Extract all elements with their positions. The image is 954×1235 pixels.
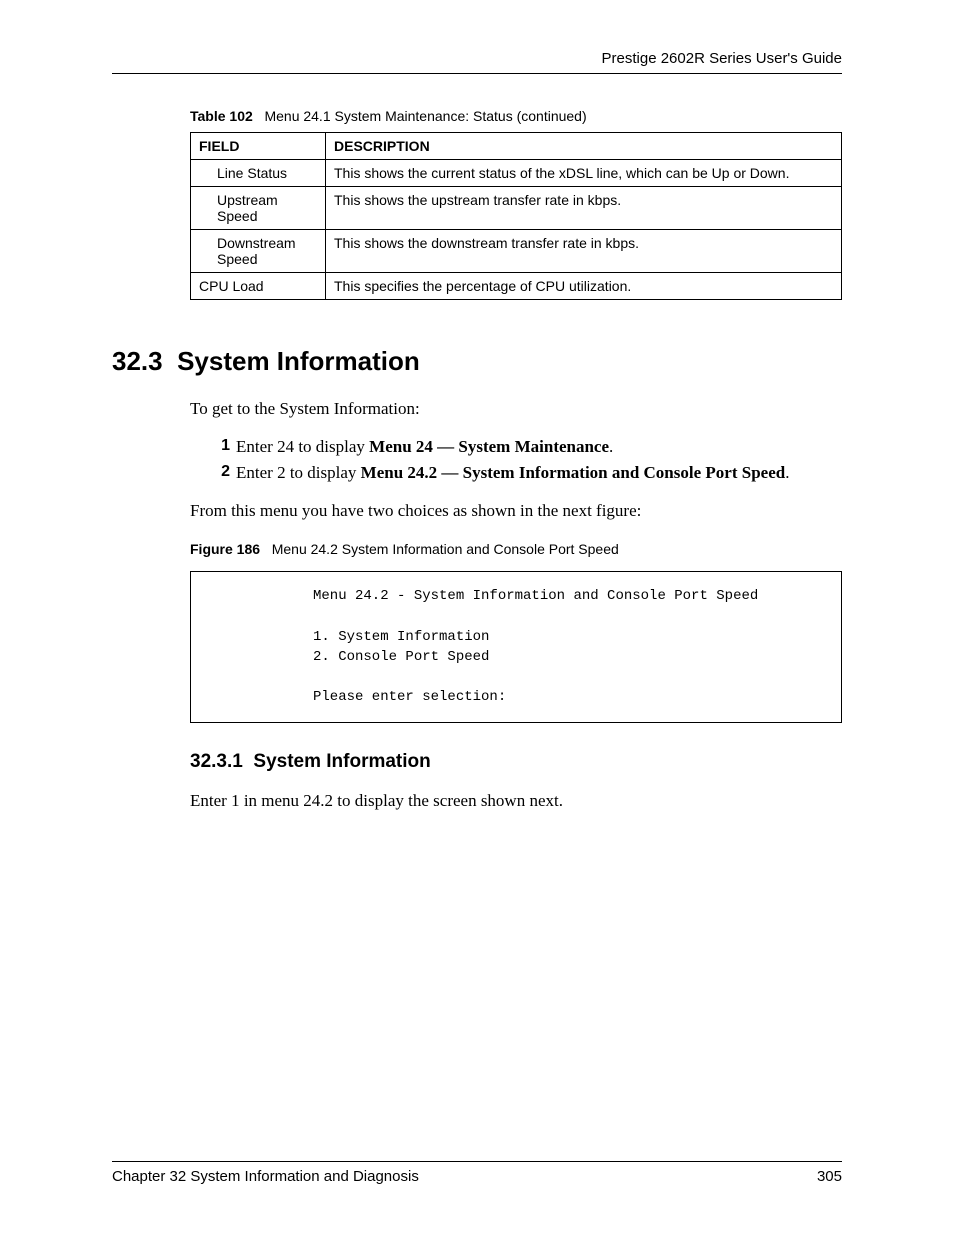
- status-table: FIELD DESCRIPTION Line Status This shows…: [190, 132, 842, 300]
- numbered-steps: 1 Enter 24 to display Menu 24 — System M…: [210, 437, 842, 483]
- cell-description: This shows the current status of the xDS…: [326, 160, 842, 187]
- footer-chapter: Chapter 32 System Information and Diagno…: [112, 1168, 419, 1185]
- table-row: CPU Load This specifies the percentage o…: [191, 273, 842, 300]
- subsection-heading: 32.3.1 System Information: [190, 751, 842, 773]
- step-text: Enter 24 to display Menu 24 — System Mai…: [236, 437, 613, 457]
- table-caption-label: Table 102: [190, 108, 253, 124]
- col-header-description: DESCRIPTION: [326, 133, 842, 160]
- header-rule: [112, 73, 842, 74]
- section-number: 32.3: [112, 346, 163, 376]
- cell-field: Line Status: [191, 160, 326, 187]
- section-body: To get to the System Information: 1 Ente…: [190, 399, 842, 811]
- figure-title: Menu 24.2 System Information and Console…: [272, 541, 619, 557]
- step-item: 1 Enter 24 to display Menu 24 — System M…: [210, 437, 842, 457]
- section-intro: To get to the System Information:: [190, 399, 842, 419]
- cell-field: Downstream Speed: [191, 230, 326, 273]
- main-indent-block: Table 102 Menu 24.1 System Maintenance: …: [190, 108, 842, 300]
- table-row: Line Status This shows the current statu…: [191, 160, 842, 187]
- table-row: Downstream Speed This shows the downstre…: [191, 230, 842, 273]
- table-header-row: FIELD DESCRIPTION: [191, 133, 842, 160]
- console-output: Menu 24.2 - System Information and Conso…: [190, 571, 842, 723]
- subsection-body: Enter 1 in menu 24.2 to display the scre…: [190, 791, 842, 811]
- figure-label: Figure 186: [190, 541, 260, 557]
- page-footer: Chapter 32 System Information and Diagno…: [112, 1161, 842, 1185]
- cell-description: This specifies the percentage of CPU uti…: [326, 273, 842, 300]
- step-text: Enter 2 to display Menu 24.2 — System In…: [236, 463, 789, 483]
- table-row: Upstream Speed This shows the upstream t…: [191, 187, 842, 230]
- table-caption: Table 102 Menu 24.1 System Maintenance: …: [190, 108, 842, 124]
- step-number: 1: [210, 437, 230, 457]
- after-steps-text: From this menu you have two choices as s…: [190, 501, 842, 521]
- figure-caption: Figure 186 Menu 24.2 System Information …: [190, 541, 842, 557]
- table-caption-title: Menu 24.1 System Maintenance: Status (co…: [264, 108, 586, 124]
- cell-description: This shows the upstream transfer rate in…: [326, 187, 842, 230]
- footer-page-number: 305: [817, 1168, 842, 1185]
- cell-field: Upstream Speed: [191, 187, 326, 230]
- section-heading: 32.3 System Information: [112, 346, 842, 377]
- step-item: 2 Enter 2 to display Menu 24.2 — System …: [210, 463, 842, 483]
- section-title: System Information: [177, 346, 420, 376]
- col-header-field: FIELD: [191, 133, 326, 160]
- cell-description: This shows the downstream transfer rate …: [326, 230, 842, 273]
- page-content: Prestige 2602R Series User's Guide Table…: [0, 0, 954, 811]
- subsection-title: System Information: [253, 751, 430, 772]
- footer-rule: [112, 1161, 842, 1162]
- cell-field: CPU Load: [191, 273, 326, 300]
- step-number: 2: [210, 463, 230, 483]
- running-header: Prestige 2602R Series User's Guide: [112, 50, 842, 67]
- subsection-number: 32.3.1: [190, 751, 243, 772]
